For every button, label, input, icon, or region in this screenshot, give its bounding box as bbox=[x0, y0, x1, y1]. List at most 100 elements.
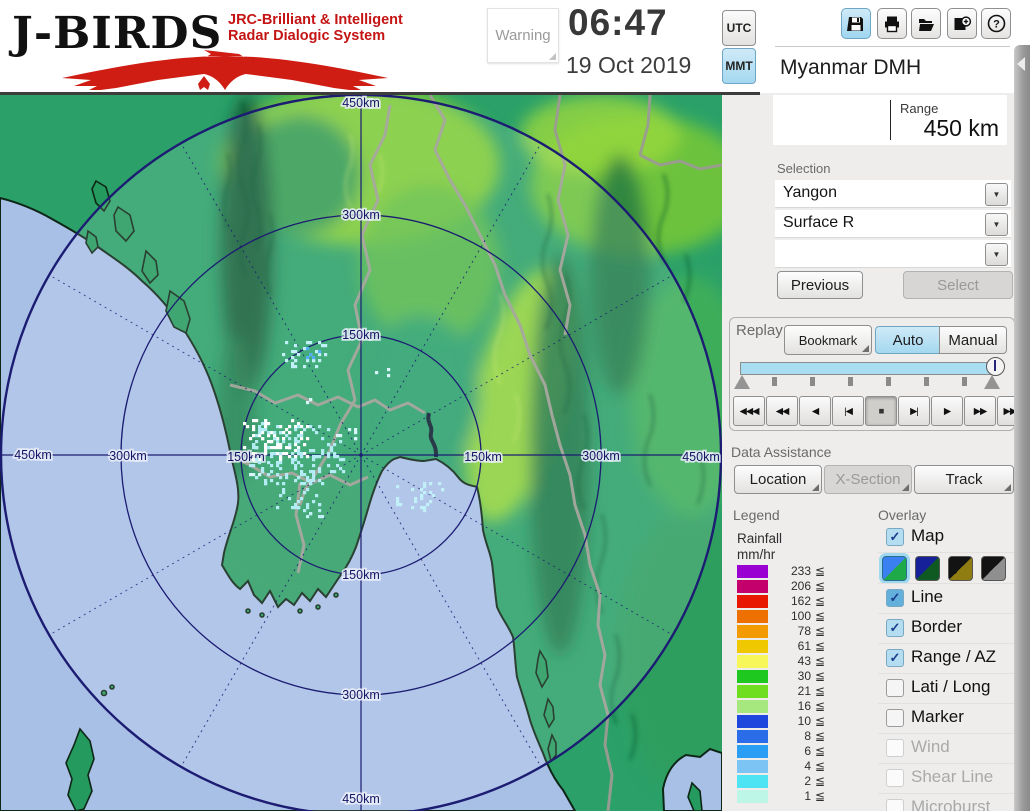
rain-cell bbox=[318, 350, 322, 354]
fast-forward-button[interactable]: ▶▶ bbox=[964, 396, 996, 426]
checked-checkbox-icon[interactable]: ✓ bbox=[886, 649, 904, 667]
rain-cell bbox=[339, 440, 343, 444]
overlay-item-line[interactable]: ✓ Line bbox=[878, 583, 1014, 613]
rain-cell bbox=[276, 437, 280, 441]
checked-checkbox-icon[interactable]: ✓ bbox=[886, 528, 904, 546]
overlay-item-range-az[interactable]: ✓ Range / AZ bbox=[878, 643, 1014, 673]
skip-to-start-button[interactable]: ◀◀◀ bbox=[733, 396, 765, 426]
checked-checkbox-icon[interactable]: ✓ bbox=[886, 619, 904, 637]
slider-tick bbox=[848, 377, 853, 386]
rain-cell bbox=[306, 356, 310, 360]
rain-cell bbox=[312, 428, 316, 432]
bookmark-button[interactable]: Bookmark bbox=[784, 325, 872, 355]
rain-cell bbox=[297, 422, 301, 426]
option-dropdown[interactable]: ▼ bbox=[775, 240, 1011, 268]
rain-cell bbox=[255, 446, 259, 450]
checked-checkbox-icon[interactable]: ✓ bbox=[886, 589, 904, 607]
step-back-button[interactable]: |◀ bbox=[832, 396, 864, 426]
play-reverse-button[interactable]: ◀ bbox=[799, 396, 831, 426]
chevron-down-icon[interactable]: ▼ bbox=[985, 183, 1008, 206]
legend-value: 10 bbox=[797, 714, 811, 728]
replay-slider-track[interactable] bbox=[740, 362, 992, 375]
rain-cell bbox=[270, 464, 274, 468]
rain-cell bbox=[258, 461, 262, 465]
rain-cell bbox=[333, 455, 337, 459]
select-button[interactable]: Select bbox=[903, 271, 1013, 299]
warning-button[interactable]: Warning bbox=[487, 8, 559, 63]
map-style-swatch-4[interactable] bbox=[981, 556, 1006, 581]
rain-cell bbox=[255, 458, 259, 462]
rain-cell bbox=[300, 431, 304, 435]
timezone-mmt-button[interactable]: MMT bbox=[722, 48, 756, 84]
rain-cell bbox=[420, 488, 424, 492]
legend-value: 16 bbox=[797, 699, 811, 713]
step-forward-button[interactable]: ▶| bbox=[898, 396, 930, 426]
overlay-item-shear-line[interactable]: Shear Line bbox=[878, 763, 1014, 793]
map-style-swatch-3[interactable] bbox=[948, 556, 973, 581]
play-button[interactable]: ▶ bbox=[931, 396, 963, 426]
timezone-utc-button[interactable]: UTC bbox=[722, 10, 756, 46]
rain-cell bbox=[303, 491, 307, 495]
range-ring-label: 150km bbox=[342, 328, 380, 342]
rain-cell bbox=[258, 473, 262, 477]
chevron-down-icon[interactable]: ▼ bbox=[985, 243, 1008, 266]
open-file-button[interactable] bbox=[911, 8, 941, 39]
map-style-swatch-1[interactable] bbox=[882, 556, 907, 581]
rain-cell bbox=[294, 467, 298, 471]
location-button[interactable]: Location bbox=[734, 465, 822, 494]
eagle-icon bbox=[62, 50, 388, 90]
rain-cell bbox=[297, 500, 301, 504]
rain-cell bbox=[297, 353, 301, 357]
rain-cell bbox=[327, 428, 331, 432]
rain-cell bbox=[327, 452, 331, 456]
slider-end-marker[interactable] bbox=[984, 375, 1000, 389]
auto-mode-button[interactable]: Auto bbox=[875, 326, 941, 354]
unchecked-checkbox-icon[interactable] bbox=[886, 799, 904, 811]
rain-cell bbox=[399, 503, 403, 507]
help-button[interactable]: ? bbox=[981, 8, 1011, 39]
rain-cell bbox=[306, 455, 310, 459]
rain-cell bbox=[282, 431, 286, 435]
track-button[interactable]: Track bbox=[914, 465, 1014, 494]
site-dropdown[interactable]: Yangon ▼ bbox=[775, 180, 1011, 208]
map-style-swatch-2[interactable] bbox=[915, 556, 940, 581]
chevron-down-icon[interactable]: ▼ bbox=[985, 213, 1008, 236]
radar-map[interactable]: 450km 300km 150km 150km 300km 450km 450km 300km… bbox=[0, 95, 722, 811]
previous-button[interactable]: Previous bbox=[777, 271, 863, 299]
control-panel: Range 450 km Selection Yangon ▼ Surface … bbox=[722, 95, 1029, 811]
unchecked-checkbox-icon[interactable] bbox=[886, 709, 904, 727]
rain-cell bbox=[258, 428, 262, 432]
rain-cell bbox=[333, 452, 337, 456]
less-equal-symbol: ≦ bbox=[815, 699, 826, 713]
overlay-item-marker[interactable]: Marker bbox=[878, 703, 1014, 733]
replay-slider-handle[interactable] bbox=[986, 357, 1005, 376]
rain-cell bbox=[303, 443, 307, 447]
unchecked-checkbox-icon[interactable] bbox=[886, 769, 904, 787]
rain-cell bbox=[285, 359, 289, 363]
rain-cell bbox=[318, 425, 322, 429]
overlay-item-microburst[interactable]: Microburst bbox=[878, 793, 1014, 811]
product-dropdown[interactable]: Surface R ▼ bbox=[775, 210, 1011, 238]
rain-cell bbox=[252, 458, 256, 462]
unchecked-checkbox-icon[interactable] bbox=[886, 739, 904, 757]
rain-cell bbox=[264, 479, 268, 483]
unchecked-checkbox-icon[interactable] bbox=[886, 679, 904, 697]
save-button[interactable] bbox=[841, 8, 871, 39]
panel-collapse-rail[interactable] bbox=[1014, 45, 1030, 811]
overlay-item-wind[interactable]: Wind bbox=[878, 733, 1014, 763]
manual-mode-button[interactable]: Manual bbox=[939, 326, 1007, 354]
fast-rewind-button[interactable]: ◀◀ bbox=[766, 396, 798, 426]
add-image-button[interactable] bbox=[947, 8, 977, 39]
stop-button[interactable]: ■ bbox=[865, 396, 897, 426]
header-divider bbox=[0, 92, 760, 95]
x-section-button[interactable]: X-Section bbox=[824, 465, 912, 494]
rain-cell bbox=[432, 494, 436, 498]
overlay-item-border[interactable]: ✓ Border bbox=[878, 613, 1014, 643]
slider-start-marker[interactable] bbox=[734, 375, 750, 389]
rain-cell bbox=[300, 470, 304, 474]
overlay-item-lati-long[interactable]: Lati / Long bbox=[878, 673, 1014, 703]
rain-cell bbox=[420, 494, 424, 498]
print-button[interactable] bbox=[877, 8, 907, 39]
overlay-item-map[interactable]: ✓ Map bbox=[878, 523, 1014, 552]
overlay-item-label: Marker bbox=[911, 707, 964, 726]
